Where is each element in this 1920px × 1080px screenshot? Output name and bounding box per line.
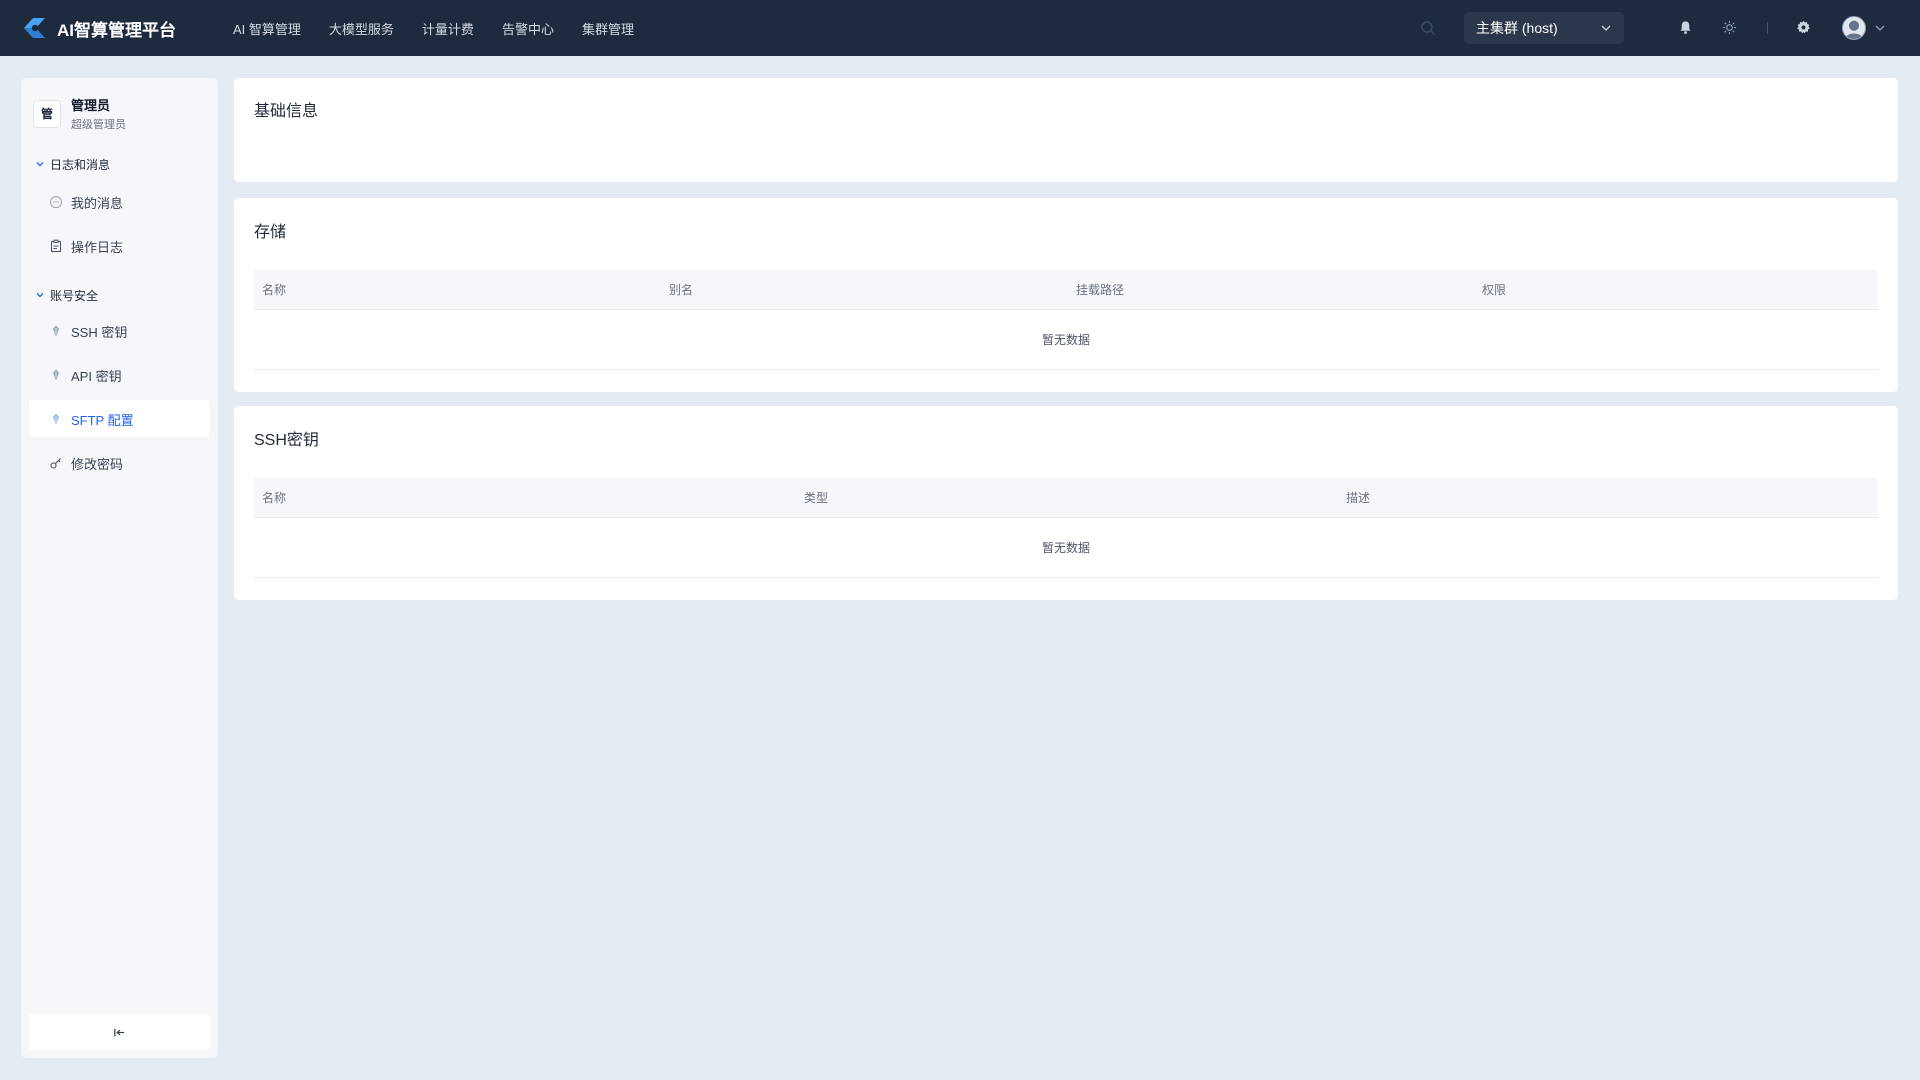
sidebar-user-block: 管 管理员 超级管理员 [21,78,218,132]
sidebar-item-label: API 密钥 [71,368,122,384]
nav-alert-center[interactable]: 告警中心 [502,19,554,38]
key-icon [53,325,59,337]
storage-empty-state: 暂无数据 [254,310,1878,370]
sidebar-item-change-password[interactable]: 修改密码 [29,444,210,482]
sidebar-item-sftp-config[interactable]: SFTP 配置 [29,400,210,438]
sidebar-group-account-security[interactable]: 账号安全 [21,285,218,305]
ssh-keys-title: SSH密钥 [254,432,319,449]
notification-button[interactable] [1676,18,1694,36]
nav-llm-service[interactable]: 大模型服务 [329,19,394,38]
sidebar-item-my-messages[interactable]: 我的消息 [29,183,210,221]
top-navigation-bar: AI智算管理平台 AI 智算管理 大模型服务 计量计费 告警中心 集群管理 主集… [0,0,1920,56]
column-header-description: 描述 [1346,491,1371,505]
storage-title: 存储 [254,224,287,241]
gear-icon [1796,20,1810,33]
chevron-down-icon [1875,25,1885,31]
toolbar-divider [1767,22,1768,34]
key-icon [53,413,59,425]
ssh-keys-table: 名称 类型 描述 暂无数据 [254,478,1878,578]
sun-icon [1722,20,1736,34]
user-name: 管理员 [71,98,111,113]
app-title: AI智算管理平台 [57,20,176,40]
sidebar-item-label: 我的消息 [71,195,124,211]
user-info: 管理员 超级管理员 [71,95,126,132]
basic-info-title: 基础信息 [254,103,319,120]
message-icon [50,196,62,208]
storage-card: 存储 名称 别名 挂载路径 权限 暂无数据 [233,197,1899,393]
avatar [1842,16,1866,40]
sidebar-group-logs[interactable]: 日志和消息 [21,154,218,174]
sidebar: 管 管理员 超级管理员 日志和消息 我的消息 操作日志 账号安全 SSH 密钥 … [20,77,219,1059]
sidebar-item-operation-log[interactable]: 操作日志 [29,227,210,265]
user-avatar-icon [1844,20,1864,39]
settings-button[interactable] [1794,18,1812,36]
cluster-select[interactable]: 主集群 (host) [1464,12,1624,44]
nav-cluster-management[interactable]: 集群管理 [582,19,634,38]
sidebar-collapse-button[interactable] [29,1014,210,1050]
column-header-alias: 别名 [669,283,694,297]
user-badge: 管 [33,99,61,128]
app-logo[interactable]: AI智算管理平台 [20,15,210,41]
theme-toggle-button[interactable] [1720,18,1738,36]
storage-table: 名称 别名 挂载路径 权限 暂无数据 [254,270,1878,370]
main-nav: AI 智算管理 大模型服务 计量计费 告警中心 集群管理 [233,19,662,38]
basic-info-card: 基础信息 [233,77,1899,183]
chevron-down-icon [1601,25,1611,31]
password-icon [50,458,61,469]
cluster-select-value: 主集群 (host) [1476,20,1558,36]
column-header-permission: 权限 [1482,283,1507,297]
logo-icon [24,18,45,38]
chevron-down-icon [36,293,44,298]
sidebar-group-title: 日志和消息 [50,157,111,172]
sidebar-item-label: SFTP 配置 [71,412,134,428]
user-role: 超级管理员 [71,119,126,131]
search-icon[interactable] [1420,20,1436,36]
collapse-left-icon [114,1028,125,1036]
ssh-keys-table-header: 名称 类型 描述 [254,478,1878,518]
column-header-type: 类型 [804,491,829,505]
storage-table-header: 名称 别名 挂载路径 权限 [254,270,1878,310]
column-header-mount-path: 挂载路径 [1076,283,1125,297]
ssh-keys-card: SSH密钥 名称 类型 描述 暂无数据 [233,405,1899,601]
sidebar-group-title: 账号安全 [50,288,99,303]
column-header-name: 名称 [262,283,287,297]
column-header-name: 名称 [262,491,287,505]
clipboard-icon [50,239,62,253]
sidebar-item-label: 操作日志 [71,239,124,255]
chevron-down-icon [36,162,44,167]
nav-billing[interactable]: 计量计费 [422,19,474,38]
bell-icon [1679,20,1691,34]
user-menu[interactable] [1842,16,1886,40]
ssh-keys-empty-state: 暂无数据 [254,518,1878,578]
sidebar-item-ssh-keys[interactable]: SSH 密钥 [29,312,210,350]
sidebar-item-label: SSH 密钥 [71,324,128,340]
key-icon [53,369,59,381]
sidebar-item-api-keys[interactable]: API 密钥 [29,356,210,394]
sidebar-item-label: 修改密码 [71,456,124,472]
nav-ai-compute[interactable]: AI 智算管理 [233,19,301,38]
